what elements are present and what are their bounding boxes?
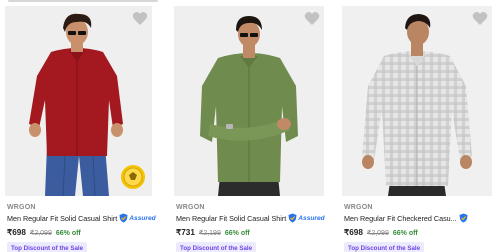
- selling-price: ₹731: [176, 228, 195, 237]
- product-card[interactable]: WRGON Men Regular Fit Solid Casual Shirt…: [174, 6, 329, 252]
- bestseller-badge-icon: [120, 164, 146, 190]
- product-image[interactable]: [342, 6, 492, 196]
- assured-badge: Assured: [288, 213, 325, 223]
- discount-percent: 66% off: [392, 230, 418, 237]
- heart-icon[interactable]: [132, 11, 148, 26]
- heart-icon[interactable]: [472, 11, 488, 26]
- assured-badge: Assured: [119, 213, 156, 223]
- shield-icon: [288, 213, 297, 223]
- offer-tag: Top Discount of the Sale: [344, 242, 425, 252]
- brand-name: WRGON: [7, 204, 36, 211]
- product-card[interactable]: WRGON Men Regular Fit Checkered Casu... …: [342, 6, 497, 252]
- product-image[interactable]: [5, 6, 152, 196]
- top-divider: [0, 0, 500, 4]
- product-title[interactable]: Men Regular Fit Checkered Casu...: [344, 214, 457, 223]
- shield-icon: [119, 213, 128, 223]
- heart-icon[interactable]: [304, 11, 320, 26]
- product-image[interactable]: [174, 6, 324, 196]
- original-price: ₹2,099: [29, 230, 52, 237]
- selling-price: ₹698: [7, 228, 26, 237]
- product-title[interactable]: Men Regular Fit Solid Casual Shirt: [176, 214, 286, 223]
- assured-label: Assured: [298, 214, 325, 222]
- discount-percent: 66% off: [55, 230, 81, 237]
- brand-name: WRGON: [176, 204, 205, 211]
- shield-icon: [459, 213, 468, 223]
- original-price: ₹2,199: [198, 230, 221, 237]
- assured-badge: [459, 213, 468, 223]
- selling-price: ₹698: [344, 228, 363, 237]
- brand-name: WRGON: [344, 204, 373, 211]
- discount-percent: 66% off: [224, 230, 250, 237]
- offer-tag: Top Discount of the Sale: [7, 242, 88, 252]
- assured-label: Assured: [129, 214, 156, 222]
- product-title[interactable]: Men Regular Fit Solid Casual Shirt: [7, 214, 117, 223]
- original-price: ₹2,099: [366, 230, 389, 237]
- offer-tag: Top Discount of the Sale: [176, 242, 257, 252]
- product-card[interactable]: WRGON Men Regular Fit Solid Casual Shirt…: [5, 6, 160, 252]
